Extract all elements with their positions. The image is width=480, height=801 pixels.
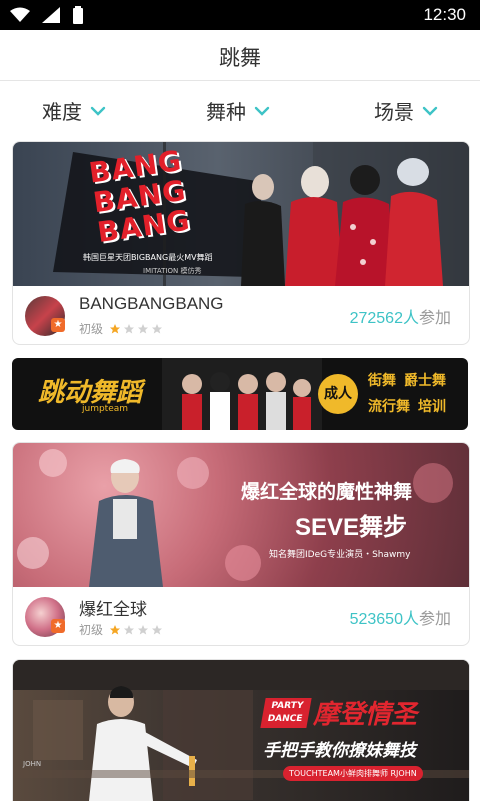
cell-signal-icon [42, 7, 60, 27]
dance-card[interactable]: BANG BANG BANG 韩国巨星天团BIGBANG最火MV舞蹈 IMITA… [12, 141, 470, 345]
banner-subtitle: 手把手教你撩妹舞技 [263, 741, 416, 761]
ad-logo-en: jumpteam [82, 404, 129, 414]
difficulty-level: 初级 [79, 621, 163, 638]
wifi-icon [10, 7, 30, 27]
banner-title: 爆红全球的魔性神舞 [241, 481, 413, 503]
page-title: 跳舞 [219, 46, 261, 70]
star-empty-icon [138, 323, 149, 333]
card-info: ★ 爆红全球 初级 523650人参加 [13, 587, 469, 645]
star-empty-icon [152, 323, 163, 333]
banner-caption: IMITATION 模仿秀 [143, 267, 202, 275]
star-empty-icon [152, 624, 163, 634]
difficulty-stars [109, 323, 163, 335]
filter-label: 舞种 [206, 100, 246, 124]
chevron-down-icon [90, 106, 106, 116]
status-bar: 12:30 [0, 0, 480, 30]
ad-tag: 街舞 [368, 373, 396, 389]
participant-count: 523650人参加 [350, 605, 451, 629]
banner-subtitle: 韩国巨星天团BIGBANG最火MV舞蹈 [83, 253, 213, 262]
star-empty-icon [124, 323, 135, 333]
banner-art [53, 142, 469, 286]
ad-tag: 爵士舞 [404, 373, 446, 389]
ad-tag: 培训 [418, 399, 446, 415]
participant-suffix: 参加 [418, 609, 451, 628]
ad-tag: 流行舞 [368, 399, 410, 415]
banner-title: 摩登情圣 [313, 700, 418, 730]
ad-tags: 街舞 爵士舞 流行舞 培训 [368, 370, 464, 416]
dance-card[interactable]: 爆红全球的魔性神舞 SEVE舞步 知名舞团IDeG专业演员・Shawmy ★ 爆… [12, 442, 470, 646]
filter-label: 难度 [42, 100, 82, 124]
sign-text: JOHN [23, 760, 42, 768]
dance-banner-image[interactable]: PARTY DANCE 摩登情圣 手把手教你撩妹舞技 TOUCHTEAM小鲜肉排… [13, 660, 469, 801]
star-empty-icon [124, 624, 135, 634]
filter-bar: 难度 舞种 场景 [0, 82, 480, 136]
status-time: 12:30 [423, 5, 466, 24]
star-badge-icon: ★ [51, 318, 65, 332]
chevron-down-icon [422, 106, 438, 116]
chevron-down-icon [254, 106, 270, 116]
participant-suffix: 参加 [418, 308, 451, 327]
dance-name: BANGBANGBANG [79, 294, 224, 313]
banner-subtitle: SEVE舞步 [295, 514, 408, 541]
banner-title: BANG BANG BANG [87, 144, 192, 249]
dance-banner-image[interactable]: BANG BANG BANG 韩国巨星天团BIGBANG最火MV舞蹈 IMITA… [13, 142, 469, 286]
battery-icon [72, 6, 84, 28]
level-label: 初级 [79, 322, 104, 336]
dance-card[interactable]: PARTY DANCE 摩登情圣 手把手教你撩妹舞技 TOUCHTEAM小鲜肉排… [12, 659, 470, 801]
participant-count: 272562人参加 [350, 304, 451, 328]
tag-line: DANCE [266, 714, 304, 724]
dance-banner-image[interactable]: 爆红全球的魔性神舞 SEVE舞步 知名舞团IDeG专业演员・Shawmy [13, 443, 469, 587]
party-dance-tag: PARTY DANCE [260, 698, 312, 728]
dance-name: 爆红全球 [79, 600, 147, 619]
banner-caption: 知名舞团IDeG专业演员・Shawmy [269, 550, 411, 560]
filter-scene[interactable]: 场景 [374, 96, 438, 125]
tag-line: PARTY [270, 701, 305, 711]
star-empty-icon [138, 624, 149, 634]
difficulty-level: 初级 [79, 320, 163, 337]
participant-number: 272562人 [349, 310, 419, 327]
card-info: ★ BANGBANGBANG 初级 272562人参加 [13, 286, 469, 344]
filter-label: 场景 [374, 100, 414, 124]
participant-number: 523650人 [349, 611, 419, 628]
ad-banner[interactable]: 跳动舞蹈 jumpteam 成人 街舞 爵士舞 流行舞 培训 [12, 358, 468, 430]
level-label: 初级 [79, 623, 104, 637]
star-filled-icon [110, 323, 121, 333]
ad-circle-badge: 成人 [318, 374, 358, 414]
star-filled-icon [110, 624, 121, 634]
filter-dance-type[interactable]: 舞种 [206, 96, 270, 125]
filter-difficulty[interactable]: 难度 [42, 96, 106, 125]
difficulty-stars [109, 624, 163, 636]
banner-caption: TOUCHTEAM小鲜肉排舞师 RJOHN [283, 766, 423, 781]
star-badge-icon: ★ [51, 619, 65, 633]
title-bar: 跳舞 [0, 30, 480, 81]
